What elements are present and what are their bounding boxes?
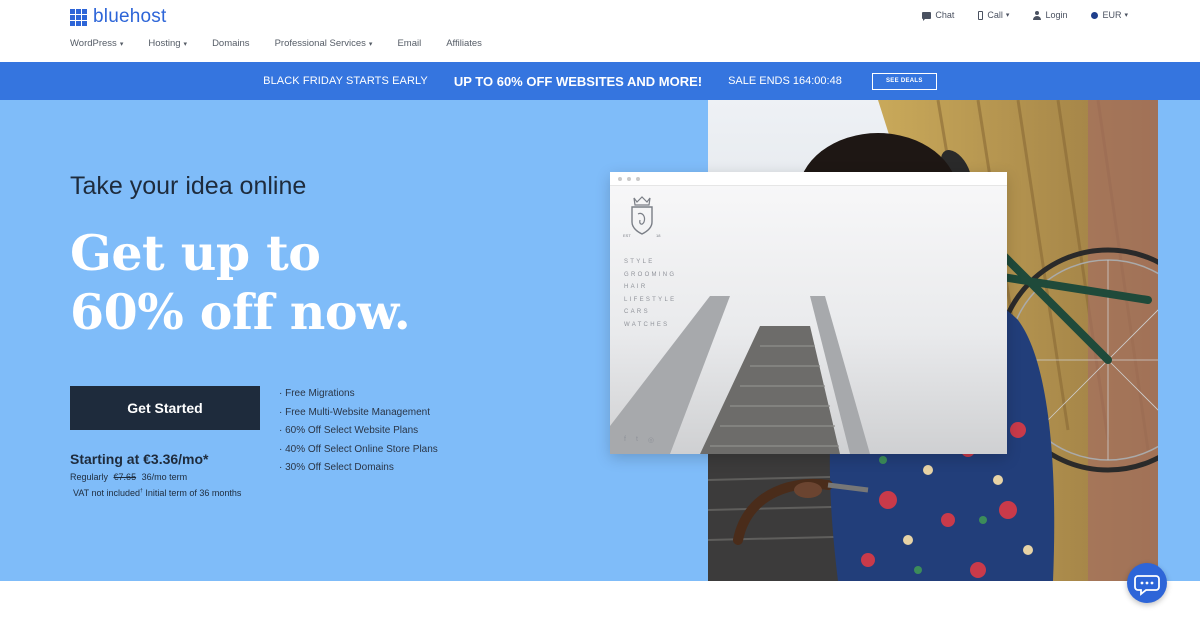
nav-item-domains[interactable]: Domains <box>212 38 250 49</box>
chevron-down-icon: ▾ <box>183 41 188 48</box>
twitter-icon: t <box>635 436 638 443</box>
preview-menu-item: STYLE <box>624 259 655 265</box>
preview-body: EST 18 STYLE GROOMING HAIR LIFESTYLE CAR… <box>610 186 1007 454</box>
promo-banner: BLACK FRIDAY STARTS EARLY UP TO 60% OFF … <box>0 62 1200 100</box>
globe-icon <box>1091 11 1099 19</box>
logo-year-text: 18 <box>656 233 661 238</box>
chat-icon <box>922 11 932 21</box>
promo-countdown: SALE ENDS 164:00:48 <box>728 75 842 87</box>
promo-main-text: UP TO 60% OFF WEBSITES AND MORE! <box>453 73 703 89</box>
hero-eyebrow: Take your idea online <box>70 172 307 200</box>
regular-price: €7.65 <box>113 472 137 482</box>
chevron-down-icon: ▾ <box>1005 12 1010 19</box>
feature-item: Free Multi-Website Management <box>279 404 438 423</box>
get-started-button[interactable]: Get Started <box>70 386 260 430</box>
live-chat-button[interactable] <box>1127 563 1167 603</box>
main-nav: WordPress ▾ Hosting ▾ Domains Professional… <box>70 38 507 49</box>
regular-price-line: Regularly €7.65 36/mo term <box>70 472 188 482</box>
headline-line-1: Get up to <box>70 224 321 282</box>
feature-item: 30% Off Select Domains <box>279 459 438 478</box>
starting-price: Starting at €3.36/mo* <box>70 451 209 467</box>
nav-item-hosting[interactable]: Hosting ▾ <box>148 38 187 49</box>
logo-text: bluehost <box>93 6 167 27</box>
hero-headline: Get up to 60% off now. <box>70 224 490 342</box>
preview-menu-item: CARS <box>624 309 650 315</box>
chevron-down-icon: ▾ <box>1124 12 1128 19</box>
login-link[interactable]: Login <box>1033 10 1067 20</box>
phone-icon <box>978 10 984 20</box>
bluehost-logo[interactable]: bluehost <box>70 6 166 28</box>
website-preview-mockup: EST 18 STYLE GROOMING HAIR LIFESTYLE CAR… <box>610 172 1007 454</box>
nav-item-affiliates[interactable]: Affiliates <box>446 38 482 49</box>
chat-link[interactable]: Chat <box>922 10 954 21</box>
preview-menu-item: LIFESTYLE <box>624 296 677 303</box>
feature-item: Free Migrations <box>279 385 438 404</box>
headline-line-2: 60% off now. <box>70 283 411 341</box>
facebook-icon: f <box>624 436 626 443</box>
site-header: bluehost WordPress ▾ Hosting ▾ Domains Pro… <box>0 0 1200 62</box>
vat-note: VAT not included† Initial term of 36 mon… <box>73 488 242 498</box>
window-dot-icon <box>618 176 622 181</box>
see-deals-button[interactable]: SEE DEALS <box>871 72 937 90</box>
feature-item: 40% Off Select Online Store Plans <box>279 441 438 460</box>
nav-item-email[interactable]: Email <box>397 38 421 49</box>
preview-menu-item: WATCHES <box>624 321 670 328</box>
chevron-down-icon: ▾ <box>119 41 124 48</box>
nav-item-wordpress[interactable]: WordPress ▾ <box>70 38 123 49</box>
preview-menu-item: GROOMING <box>624 271 677 278</box>
nav-item-professional-services[interactable]: Professional Services ▾ <box>275 38 373 49</box>
window-dot-icon <box>627 176 631 181</box>
window-dot-icon <box>636 176 640 181</box>
preview-menu: STYLE GROOMING HAIR LIFESTYLE CARS WATCH… <box>624 256 676 331</box>
currency-dropdown[interactable]: EUR ▾ <box>1091 10 1128 20</box>
feature-item: 60% Off Select Website Plans <box>279 422 438 441</box>
logo-est-text: EST <box>623 233 631 238</box>
preview-social-icons: f t ◎ <box>624 436 664 444</box>
logo-grid-icon <box>70 8 87 26</box>
preview-menu-item: HAIR <box>624 284 648 290</box>
promo-early-text: BLACK FRIDAY STARTS EARLY <box>263 75 428 87</box>
instagram-icon: ◎ <box>647 437 655 444</box>
chat-bubble-icon <box>1134 575 1160 596</box>
chevron-down-icon: ▾ <box>368 41 373 48</box>
preview-browser-bar <box>610 172 1007 186</box>
hero-section: Take your idea online Get up to 60% off … <box>0 100 1200 581</box>
call-dropdown[interactable]: Call ▾ <box>978 10 1009 20</box>
user-icon <box>1033 10 1042 20</box>
header-utilities: Chat Call ▾ Login EUR ▾ <box>898 10 1128 21</box>
feature-list: Free Migrations Free Multi-Website Manag… <box>279 385 438 478</box>
